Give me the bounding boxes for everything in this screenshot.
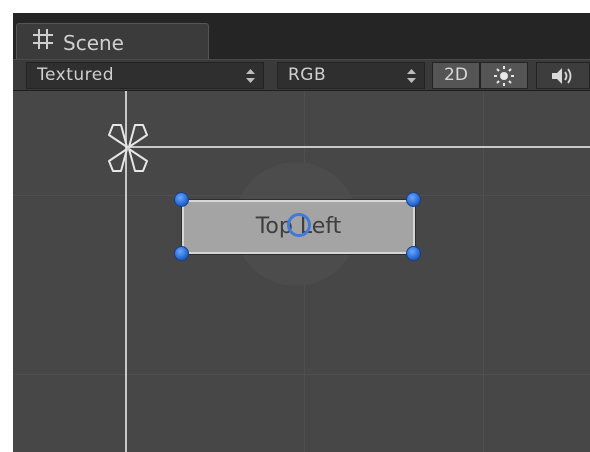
tab-strip: Scene (13, 13, 590, 59)
canvas-edge-horizontal (125, 146, 590, 148)
resize-handle-top-left[interactable] (174, 192, 189, 207)
tab-scene[interactable]: Scene (16, 23, 209, 59)
hash-icon (33, 29, 53, 49)
scene-viewport[interactable]: Top Left (13, 91, 590, 452)
draw-mode-label: Textured (37, 65, 115, 85)
scene-audio-button[interactable] (536, 62, 590, 89)
sun-icon (494, 66, 514, 86)
resize-handle-bottom-right[interactable] (406, 246, 421, 261)
toggle-2d-button[interactable]: 2D (432, 62, 480, 89)
updown-arrows-icon (407, 69, 416, 83)
updown-arrows-icon (246, 69, 255, 83)
render-mode-dropdown[interactable]: RGB (277, 62, 425, 89)
draw-mode-dropdown[interactable]: Textured (26, 62, 264, 89)
scene-lighting-button[interactable] (480, 62, 528, 89)
tab-title: Scene (63, 31, 124, 55)
speaker-icon (552, 68, 572, 84)
anchor-gizmo-icon[interactable] (101, 121, 155, 175)
scene-window: Scene Textured RGB 2D Top Left (13, 13, 590, 452)
resize-handle-top-right[interactable] (406, 192, 421, 207)
pivot-handle[interactable] (287, 213, 311, 237)
resize-handle-bottom-left[interactable] (174, 246, 189, 261)
grid-line (13, 374, 590, 375)
render-mode-label: RGB (288, 65, 327, 85)
scene-toolbar: Textured RGB 2D (13, 59, 590, 91)
